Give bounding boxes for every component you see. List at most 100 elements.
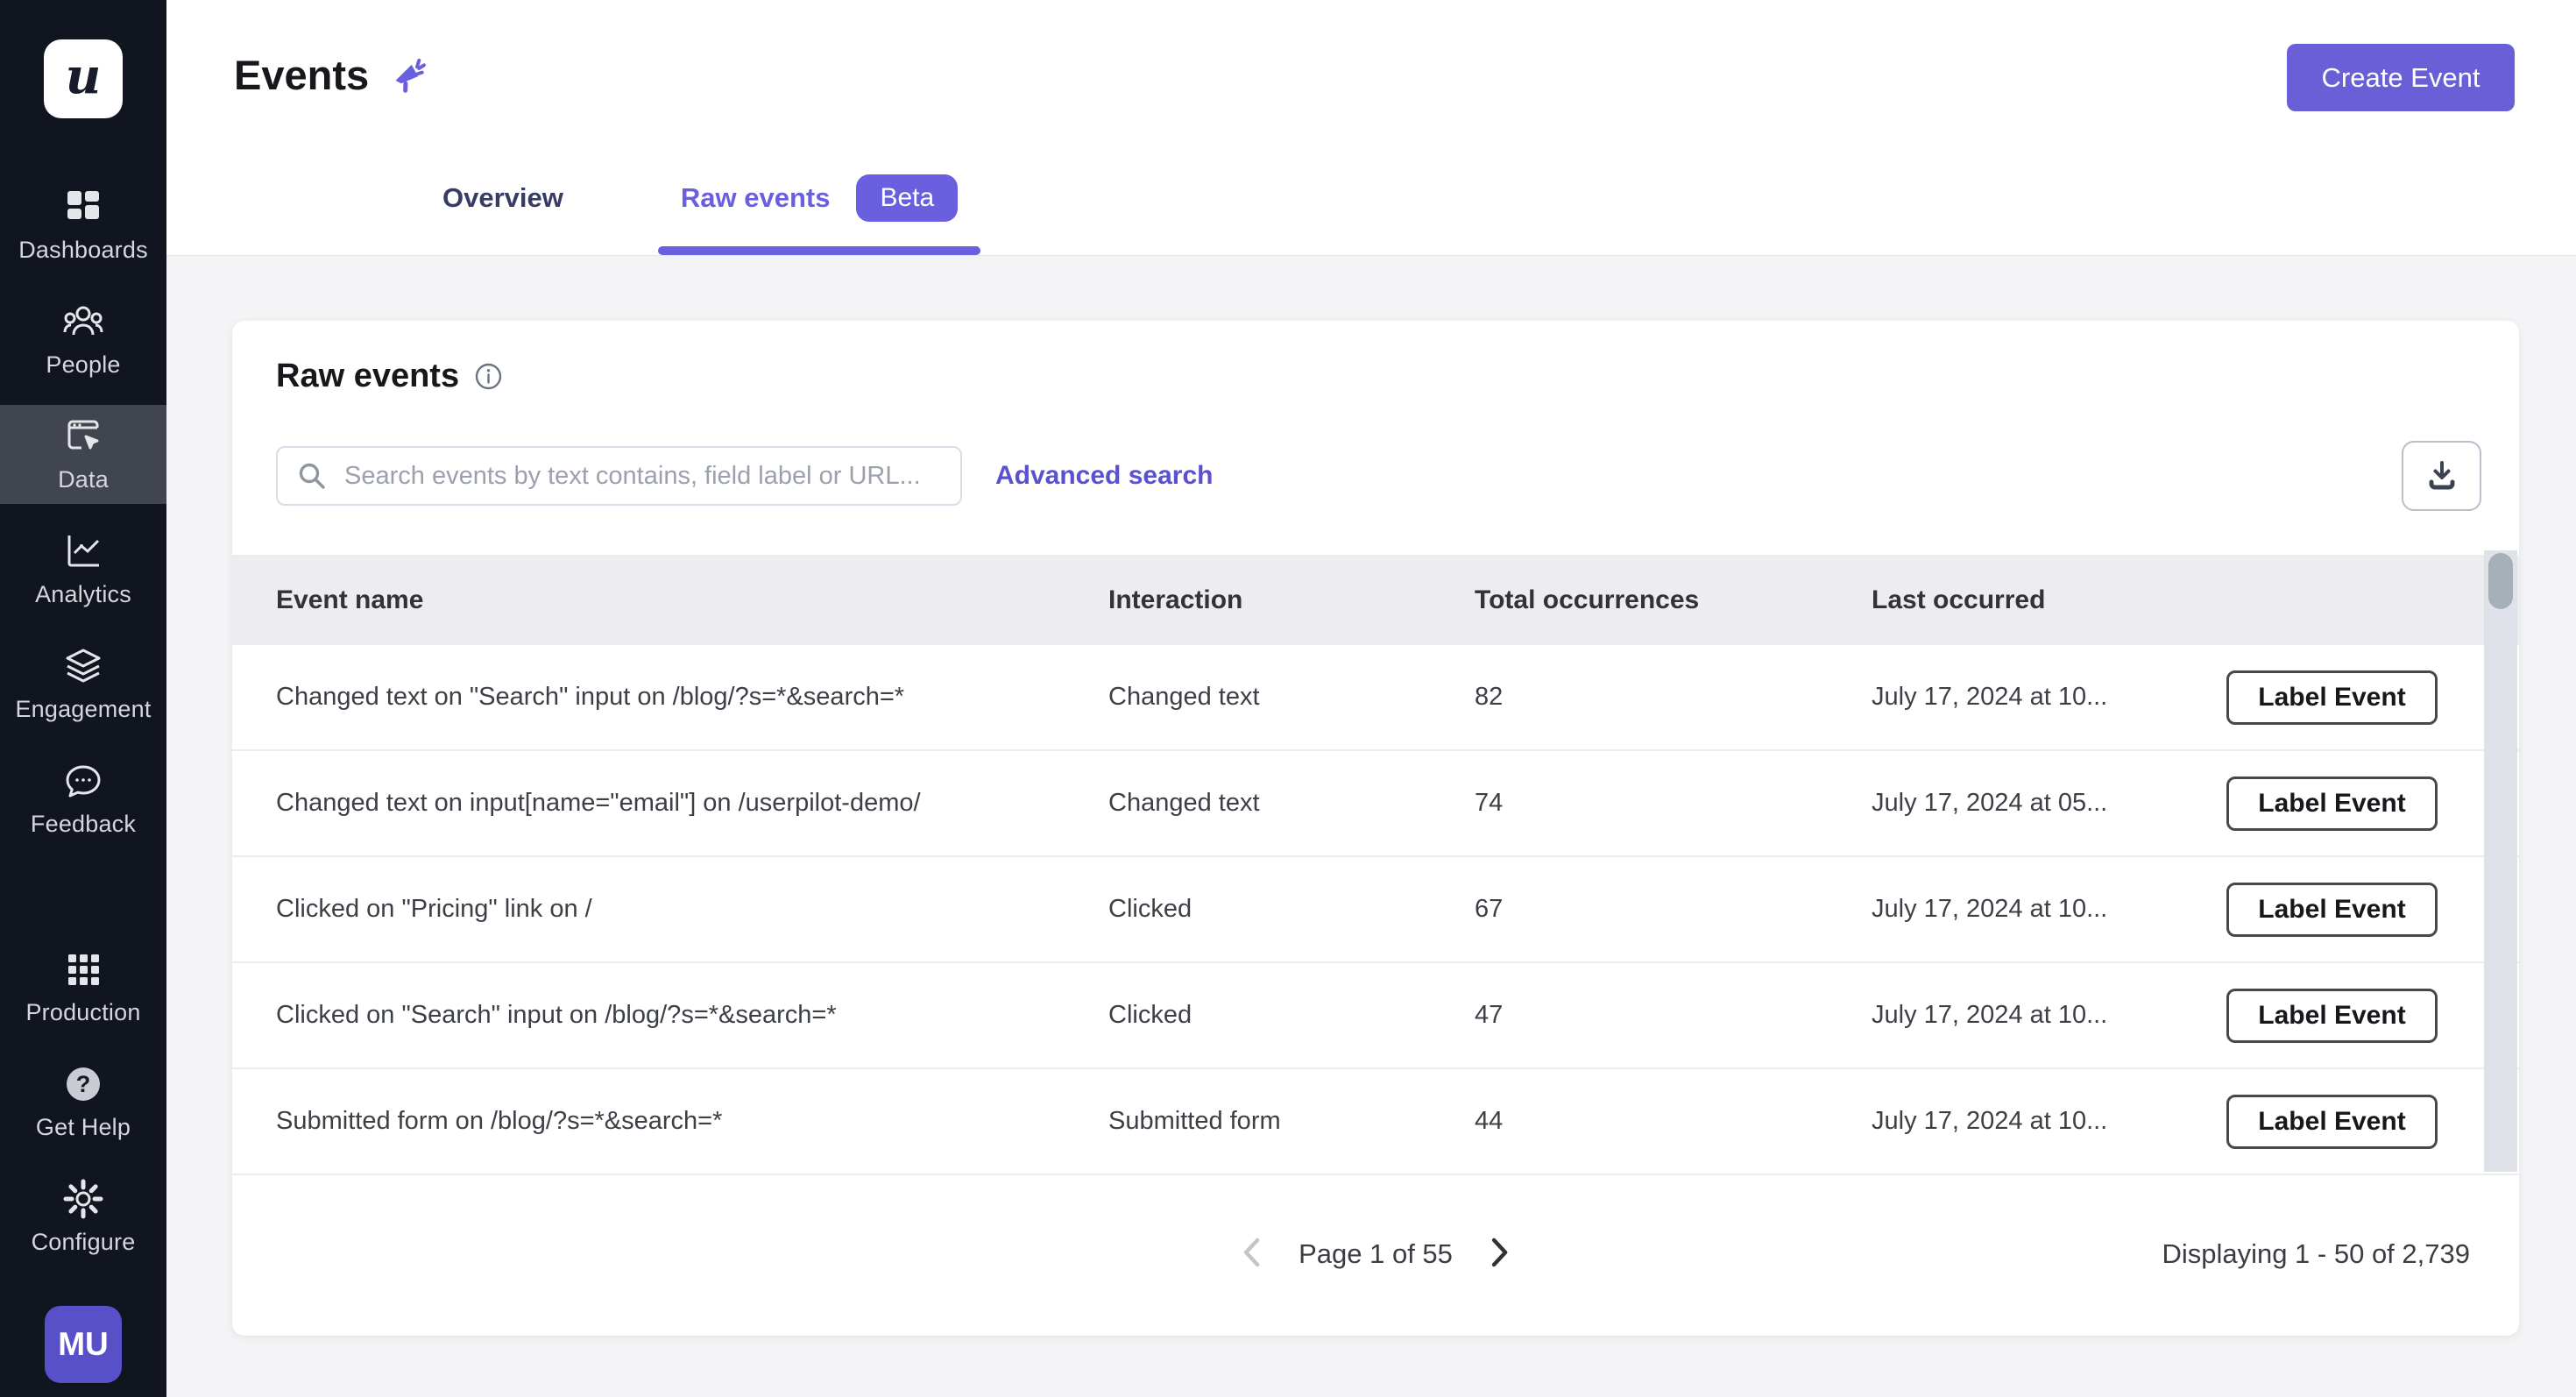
app-window: u Dashboards People Data Analytics Engag… <box>0 0 2576 1397</box>
create-event-button[interactable]: Create Event <box>2287 44 2515 111</box>
data-icon <box>62 415 104 457</box>
last-occurred-cell: July 17, 2024 at 05... <box>1872 789 2108 817</box>
event-name-cell: Clicked on "Search" input on /blog/?s=*&… <box>276 1001 837 1029</box>
total-occurrences-cell: 67 <box>1475 895 1504 923</box>
content-area: Raw events Advanced search Event na <box>166 256 2576 1397</box>
info-icon[interactable] <box>475 363 502 390</box>
download-button[interactable] <box>2402 441 2481 511</box>
last-occurred-cell: July 17, 2024 at 10... <box>1872 1001 2108 1029</box>
label-event-button[interactable]: Label Event <box>2226 1094 2438 1149</box>
sidebar: u Dashboards People Data Analytics Engag… <box>0 0 166 1397</box>
tab-raw-events-label: Raw events <box>680 182 831 213</box>
tab-overview-label: Overview <box>442 182 563 213</box>
tab-overview[interactable]: Overview <box>420 174 586 255</box>
beta-badge: Beta <box>856 174 959 222</box>
title-row: Events <box>166 0 2576 99</box>
search-row: Advanced search <box>276 441 2481 511</box>
megaphone-icon <box>390 53 432 96</box>
get-help-icon: ? <box>62 1063 104 1105</box>
logo-glyph: u <box>65 47 102 105</box>
search-input[interactable] <box>276 446 962 506</box>
total-occurrences-cell: 74 <box>1475 789 1504 817</box>
total-occurrences-cell: 44 <box>1475 1107 1504 1135</box>
main-area: Events Create Event Overview Raw events … <box>166 0 2576 1397</box>
action-cell: Label Event <box>2226 1094 2519 1149</box>
chevron-left-icon <box>1241 1237 1262 1271</box>
user-avatar[interactable]: MU <box>45 1306 122 1383</box>
analytics-icon <box>62 530 104 572</box>
sidebar-item-engagement[interactable]: Engagement <box>0 635 166 734</box>
table-body: Changed text on "Search" input on /blog/… <box>232 645 2519 1175</box>
configure-icon <box>62 1178 104 1220</box>
column-last-occurred: Last occurred <box>1872 585 2046 614</box>
last-occurred-cell: July 17, 2024 at 10... <box>1872 683 2108 711</box>
pagination-summary: Displaying 1 - 50 of 2,739 <box>2162 1237 2470 1269</box>
table-row: Submitted form on /blog/?s=*&search=* Su… <box>232 1069 2519 1175</box>
events-table: Event name Interaction Total occurrences… <box>232 555 2519 1175</box>
card-header: Raw events <box>232 321 2519 395</box>
sidebar-nav-bottom: Production ? Get Help Configure <box>0 938 166 1282</box>
table-header: Event name Interaction Total occurrences… <box>232 555 2519 645</box>
tabs: Overview Raw events Beta <box>420 174 1052 255</box>
search-box <box>276 446 962 506</box>
production-icon <box>62 948 104 990</box>
page-header: Events Create Event Overview Raw events … <box>166 0 2576 256</box>
label-event-button[interactable]: Label Event <box>2226 670 2438 725</box>
label-event-button[interactable]: Label Event <box>2226 882 2438 937</box>
pagination-row: Page 1 of 55 Displaying 1 - 50 of 2,739 <box>232 1172 2519 1336</box>
column-interaction: Interaction <box>1108 585 1243 614</box>
interaction-cell: Clicked <box>1108 1001 1192 1029</box>
last-occurred-cell: July 17, 2024 at 10... <box>1872 1107 2108 1135</box>
sidebar-item-production[interactable]: Production <box>0 938 166 1037</box>
interaction-cell: Submitted form <box>1108 1107 1281 1135</box>
page-title: Events <box>234 52 370 98</box>
card-title: Raw events <box>276 358 460 394</box>
action-cell: Label Event <box>2226 670 2519 725</box>
label-event-button[interactable]: Label Event <box>2226 988 2438 1043</box>
sidebar-item-get-help[interactable]: ? Get Help <box>0 1053 166 1152</box>
table-row: Changed text on "Search" input on /blog/… <box>232 645 2519 751</box>
column-event-name: Event name <box>276 585 424 614</box>
label-event-button[interactable]: Label Event <box>2226 776 2438 831</box>
interaction-cell: Clicked <box>1108 895 1192 923</box>
sidebar-item-data[interactable]: Data <box>0 405 166 504</box>
event-name-cell: Clicked on "Pricing" link on / <box>276 895 592 923</box>
event-name-cell: Submitted form on /blog/?s=*&search=* <box>276 1107 723 1135</box>
sidebar-item-configure[interactable]: Configure <box>0 1167 166 1266</box>
previous-page-button[interactable] <box>1234 1235 1269 1273</box>
engagement-icon <box>62 645 104 687</box>
action-cell: Label Event <box>2226 776 2519 831</box>
table-row: Changed text on input[name="email"] on /… <box>232 751 2519 857</box>
interaction-cell: Changed text <box>1108 683 1260 711</box>
column-total-occurrences: Total occurrences <box>1475 585 1700 614</box>
search-icon <box>297 461 327 491</box>
action-cell: Label Event <box>2226 988 2519 1043</box>
raw-events-card: Raw events Advanced search Event na <box>232 321 2519 1336</box>
people-icon <box>62 301 104 343</box>
action-cell: Label Event <box>2226 882 2519 937</box>
download-icon <box>2425 458 2459 494</box>
userpilot-logo[interactable]: u <box>44 39 123 118</box>
next-page-button[interactable] <box>1483 1235 1518 1273</box>
page-indicator: Page 1 of 55 <box>1299 1237 1453 1269</box>
vertical-scrollbar-thumb[interactable] <box>2488 553 2513 609</box>
sidebar-nav-top: Dashboards People Data Analytics Engagem… <box>0 175 166 864</box>
event-name-cell: Changed text on input[name="email"] on /… <box>276 789 921 817</box>
vertical-scrollbar-track[interactable] <box>2484 550 2517 1172</box>
feedback-icon <box>62 760 104 802</box>
last-occurred-cell: July 17, 2024 at 10... <box>1872 895 2108 923</box>
chevron-right-icon <box>1490 1237 1511 1271</box>
interaction-cell: Changed text <box>1108 789 1260 817</box>
sidebar-item-analytics[interactable]: Analytics <box>0 520 166 619</box>
table-row: Clicked on "Pricing" link on / Clicked 6… <box>232 857 2519 963</box>
advanced-search-link[interactable]: Advanced search <box>995 461 1213 491</box>
sidebar-item-people[interactable]: People <box>0 290 166 389</box>
sidebar-item-dashboards[interactable]: Dashboards <box>0 175 166 274</box>
pager: Page 1 of 55 <box>1234 1235 1518 1273</box>
tab-raw-events[interactable]: Raw events Beta <box>657 174 981 255</box>
dashboards-icon <box>62 186 104 228</box>
event-name-cell: Changed text on "Search" input on /blog/… <box>276 683 905 711</box>
total-occurrences-cell: 82 <box>1475 683 1504 711</box>
table-row: Clicked on "Search" input on /blog/?s=*&… <box>232 963 2519 1069</box>
sidebar-item-feedback[interactable]: Feedback <box>0 749 166 848</box>
